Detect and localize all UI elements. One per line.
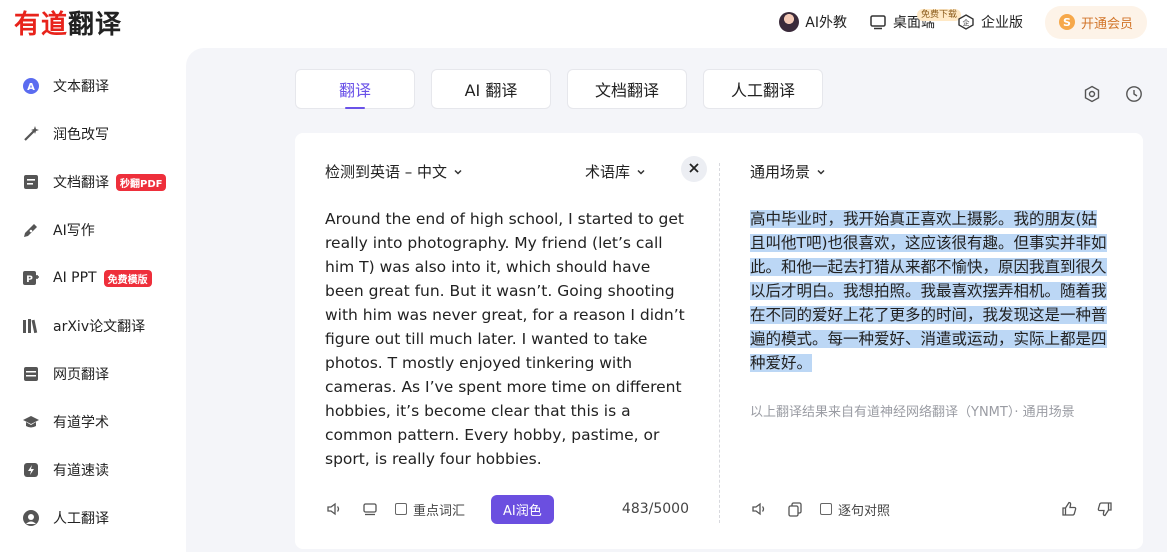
sidebar-item-label: 人工翻译 xyxy=(53,511,109,527)
main-toolbar xyxy=(1083,85,1143,103)
history-icon[interactable] xyxy=(1125,85,1143,103)
translation-text: 高中毕业时，我开始真正喜欢上摄影。我的朋友(姑且叫他T吧)也很喜欢，这应该很有趣… xyxy=(750,210,1107,372)
sidebar-item-label: 有道学术 xyxy=(53,415,109,431)
clear-button[interactable] xyxy=(681,156,707,182)
ai-polish-button[interactable]: AI润色 xyxy=(491,494,554,524)
document-icon xyxy=(22,173,40,191)
keyword-label: 重点词汇 xyxy=(413,503,466,519)
tab-ai-translate[interactable]: AI 翻译 xyxy=(431,69,551,109)
sidebar-tag: 免费模版 xyxy=(103,269,152,287)
monitor-icon xyxy=(869,13,887,31)
top-bar: 有道翻译 AI外教 桌面端 免费下载 企 企业版 S 开通会员 xyxy=(0,0,1167,44)
sidebar-item-arxiv[interactable]: arXiv论文翻译 xyxy=(22,314,145,338)
logo-part-1: 有道 xyxy=(14,10,69,40)
svg-text:A: A xyxy=(27,82,35,93)
sidebar-item-polish[interactable]: 润色改写 xyxy=(22,122,109,146)
checkbox-box xyxy=(395,503,407,515)
vip-button[interactable]: S 开通会员 xyxy=(1044,5,1147,39)
sidebar-item-text-translate[interactable]: A 文本翻译 xyxy=(22,74,109,98)
thumbs-up-icon[interactable] xyxy=(1060,500,1078,518)
vip-coin-icon: S xyxy=(1058,14,1075,30)
ai-tutor-link[interactable]: AI外教 xyxy=(779,12,847,32)
webpage-icon xyxy=(22,365,40,383)
logo[interactable]: 有道翻译 xyxy=(14,4,122,41)
ai-tutor-label: AI外教 xyxy=(805,15,847,31)
scene-selector[interactable]: 通用场景 xyxy=(750,161,826,182)
checkbox-box xyxy=(820,503,832,515)
svg-text:企: 企 xyxy=(962,18,969,27)
translation-output[interactable]: 高中毕业时，我开始真正喜欢上摄影。我的朋友(姑且叫他T吧)也很喜欢，这应该很有趣… xyxy=(750,207,1112,375)
tab-human-translate[interactable]: 人工翻译 xyxy=(703,69,823,109)
sidebar: A 文本翻译 润色改写 文档翻译 秒翻PDF AI写作 P AI PPT 免费模… xyxy=(0,44,186,552)
top-nav: AI外教 桌面端 免费下载 企 企业版 S 开通会员 xyxy=(779,0,1147,44)
copy-icon[interactable] xyxy=(786,500,804,518)
sidebar-item-label: 文档翻译 xyxy=(53,175,109,191)
chevron-down-icon xyxy=(636,163,646,181)
sidebar-item-label: 润色改写 xyxy=(53,127,109,143)
ai-tutor-avatar xyxy=(779,12,800,32)
source-header: 检测到英语 – 中文 术语库 xyxy=(325,156,707,182)
char-count: 483/5000 xyxy=(621,501,689,517)
free-download-badge: 免费下载 xyxy=(916,9,961,21)
sidebar-item-label: AI PPT xyxy=(53,270,97,286)
speaker-icon[interactable] xyxy=(750,500,768,518)
scene-label: 通用场景 xyxy=(750,163,811,181)
sidebar-item-label: 文本翻译 xyxy=(53,79,109,95)
keyboard-icon[interactable] xyxy=(361,500,379,518)
enterprise-label: 企业版 xyxy=(980,15,1023,31)
sidebar-item-human-translate[interactable]: 人工翻译 xyxy=(22,506,109,530)
chevron-down-icon xyxy=(816,163,826,181)
sidebar-item-speed-read[interactable]: 有道速读 xyxy=(22,458,109,482)
language-label: 检测到英语 – 中文 xyxy=(325,163,448,181)
panel-divider xyxy=(719,163,720,523)
sidebar-item-doc-translate[interactable]: 文档翻译 秒翻PDF xyxy=(22,170,167,194)
main-area: 翻译 AI 翻译 文档翻译 人工翻译 检测到英语 – 中文 术语库 Around… xyxy=(186,48,1167,552)
sidebar-item-label: 有道速读 xyxy=(53,463,109,479)
graduation-cap-icon xyxy=(22,413,40,431)
sidebar-item-academic[interactable]: 有道学术 xyxy=(22,410,109,434)
sidebar-item-label: arXiv论文翻译 xyxy=(53,319,146,335)
compare-label: 逐句对照 xyxy=(838,503,891,519)
translate-panel: 检测到英语 – 中文 术语库 Around the end of high sc… xyxy=(295,133,1143,549)
close-icon xyxy=(688,160,700,178)
language-selector[interactable]: 检测到英语 – 中文 xyxy=(325,161,463,182)
target-footer: 逐句对照 xyxy=(750,495,1114,523)
keyword-checkbox[interactable]: 重点词汇 xyxy=(395,500,465,519)
speaker-icon[interactable] xyxy=(325,500,343,518)
sidebar-item-ai-writing[interactable]: AI写作 xyxy=(22,218,95,242)
source-text-input[interactable]: Around the end of high school, I started… xyxy=(325,207,691,471)
thumbs-down-icon[interactable] xyxy=(1096,500,1114,518)
sidebar-tag: 秒翻PDF xyxy=(116,173,167,191)
logo-part-2: 翻译 xyxy=(68,10,123,40)
lightning-icon xyxy=(22,461,40,479)
sidebar-item-ai-ppt[interactable]: P AI PPT 免费模版 xyxy=(22,266,152,290)
source-footer: 重点词汇 AI润色 483/5000 xyxy=(325,494,701,524)
sidebar-item-web-translate[interactable]: 网页翻译 xyxy=(22,362,109,386)
glossary-selector[interactable]: 术语库 xyxy=(585,161,646,182)
mode-tabs: 翻译 AI 翻译 文档翻译 人工翻译 xyxy=(295,69,823,109)
enterprise-icon: 企 xyxy=(957,13,975,31)
ppt-icon: P xyxy=(22,269,40,287)
settings-icon[interactable] xyxy=(1083,85,1101,103)
books-icon xyxy=(22,317,40,335)
human-icon xyxy=(22,509,40,527)
enterprise-link[interactable]: 企 企业版 xyxy=(957,12,1023,32)
translation-source-note: 以上翻译结果来自有道神经网络翻译（YNMT）· 通用场景 xyxy=(750,405,1075,420)
glossary-label: 术语库 xyxy=(585,163,631,181)
vip-label: 开通会员 xyxy=(1080,16,1133,32)
tab-doc-translate[interactable]: 文档翻译 xyxy=(567,69,687,109)
desktop-link[interactable]: 桌面端 免费下载 xyxy=(869,9,961,32)
sidebar-item-label: 网页翻译 xyxy=(53,367,109,383)
sentence-compare-checkbox[interactable]: 逐句对照 xyxy=(820,500,890,519)
svg-text:P: P xyxy=(26,275,33,285)
chevron-down-icon xyxy=(453,163,463,181)
magic-wand-icon xyxy=(22,125,40,143)
feedback-buttons xyxy=(1060,500,1114,518)
sidebar-item-label: AI写作 xyxy=(53,223,95,239)
text-translate-icon: A xyxy=(22,77,40,95)
pen-icon xyxy=(22,221,40,239)
tab-translate[interactable]: 翻译 xyxy=(295,69,415,109)
